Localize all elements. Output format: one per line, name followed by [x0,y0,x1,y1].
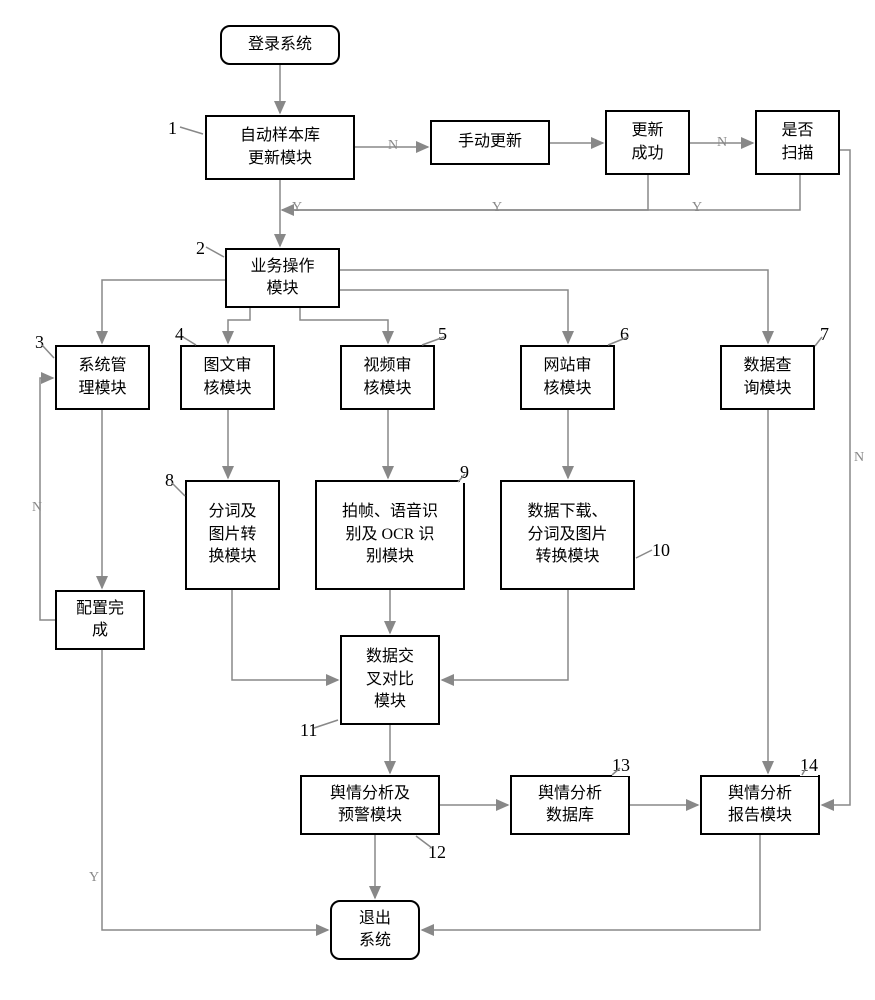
num-n3: 3 [35,332,44,353]
num-n9: 9 [460,462,469,483]
edge-cfg-n3-N: N [30,500,44,516]
node-n4: 图文审核模块 [180,345,275,410]
label: 数据下载、分词及图片转换模块 [527,501,607,568]
label: 舆情分析报告模块 [728,783,792,828]
node-n3: 系统管理模块 [55,345,150,410]
num-n2: 2 [196,238,205,259]
num-n6: 6 [620,324,629,345]
edge-cfg-exit-Y: Y [87,870,101,886]
node-n8: 分词及图片转换模块 [185,480,280,590]
node-n9: 拍帧、语音识别及 OCR 识别模块 [315,480,465,590]
label: 退出系统 [359,908,391,953]
node-n12: 舆情分析及预警模块 [300,775,440,835]
label: 拍帧、语音识别及 OCR 识别模块 [342,501,438,568]
node-n7: 数据查询模块 [720,345,815,410]
node-n2: 业务操作模块 [225,248,340,308]
label: 舆情分析数据库 [538,783,602,828]
label: 数据查询模块 [743,355,791,400]
node-n5: 视频审核模块 [340,345,435,410]
label: 图文审核模块 [203,355,251,400]
node-exit: 退出系统 [330,900,420,960]
num-n12: 12 [428,842,446,863]
node-n11: 数据交叉对比模块 [340,635,440,725]
num-n7: 7 [820,324,829,345]
node-n13: 舆情分析数据库 [510,775,630,835]
label: 手动更新 [458,131,522,153]
num-n4: 4 [175,324,184,345]
node-scan-q: 是否扫描 [755,110,840,175]
num-n10: 10 [652,540,670,561]
label: 登录系统 [248,34,312,56]
node-n6: 网站审核模块 [520,345,615,410]
label: 系统管理模块 [78,355,126,400]
label: 是否扫描 [781,120,813,165]
label: 自动样本库更新模块 [240,125,320,170]
edge-n1-manual-N: N [386,138,400,154]
label: 更新成功 [631,120,663,165]
edge-scan-n2-Y: Y [690,200,704,216]
edge-n1-n2-Y: Y [290,200,304,216]
node-n14: 舆情分析报告模块 [700,775,820,835]
label: 业务操作模块 [250,256,314,301]
node-login: 登录系统 [220,25,340,65]
label: 舆情分析及预警模块 [330,783,410,828]
flowchart-canvas: 登录系统 自动样本库更新模块 手动更新 更新成功 是否扫描 业务操作模块 系统管… [0,0,875,1000]
node-n10: 数据下载、分词及图片转换模块 [500,480,635,590]
edge-updok-n2-Y: Y [490,200,504,216]
num-n13: 13 [612,755,630,776]
num-n14: 14 [800,755,818,776]
label: 分词及图片转换模块 [208,501,256,568]
edge-updok-scan-N: N [715,135,729,151]
num-n5: 5 [438,324,447,345]
label: 配置完成 [76,598,124,643]
label: 网站审核模块 [543,355,591,400]
node-cfg: 配置完成 [55,590,145,650]
label: 视频审核模块 [363,355,411,400]
num-n11: 11 [300,720,317,741]
node-upd-ok: 更新成功 [605,110,690,175]
node-manual: 手动更新 [430,120,550,165]
node-n1: 自动样本库更新模块 [205,115,355,180]
edge-scan-n14-N: N [852,450,866,466]
num-n1: 1 [168,118,177,139]
num-n8: 8 [165,470,174,491]
label: 数据交叉对比模块 [366,646,414,713]
